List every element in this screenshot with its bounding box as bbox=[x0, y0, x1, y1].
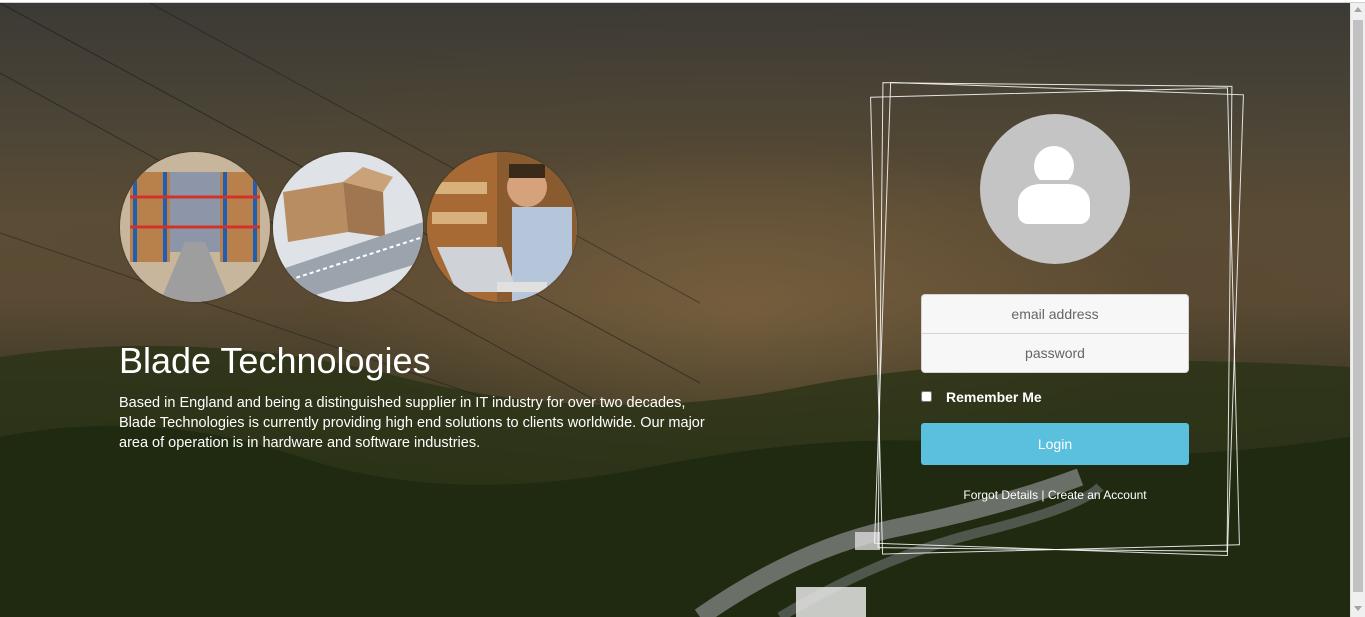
worker-illustration bbox=[427, 152, 577, 302]
create-account-link[interactable]: Create an Account bbox=[1048, 488, 1147, 502]
conveyor-box-image bbox=[273, 152, 423, 302]
link-separator: | bbox=[1041, 488, 1045, 502]
warehouse-image bbox=[120, 152, 270, 302]
scrollbar-thumb[interactable] bbox=[1353, 20, 1363, 592]
brand-description: Based in England and being a distinguish… bbox=[119, 395, 705, 451]
login-button[interactable]: Login bbox=[921, 423, 1189, 465]
user-icon-body bbox=[1018, 180, 1090, 224]
conveyor-illustration bbox=[273, 152, 423, 302]
account-links: Forgot Details | Create an Account bbox=[921, 488, 1189, 502]
scroll-down-icon[interactable] bbox=[1354, 606, 1362, 611]
laptop-worker-image bbox=[427, 152, 577, 302]
user-icon bbox=[980, 114, 1130, 264]
forgot-details-link[interactable]: Forgot Details bbox=[963, 488, 1038, 502]
warehouse-illustration bbox=[120, 152, 270, 302]
email-field[interactable] bbox=[921, 294, 1189, 334]
scroll-up-icon[interactable] bbox=[1354, 7, 1362, 12]
vertical-scrollbar[interactable] bbox=[1350, 3, 1365, 617]
remember-me-checkbox[interactable] bbox=[921, 391, 932, 402]
brand-title: Blade Technologies bbox=[119, 340, 431, 381]
password-field[interactable] bbox=[921, 333, 1189, 373]
remember-me-label[interactable]: Remember Me bbox=[946, 389, 1042, 405]
